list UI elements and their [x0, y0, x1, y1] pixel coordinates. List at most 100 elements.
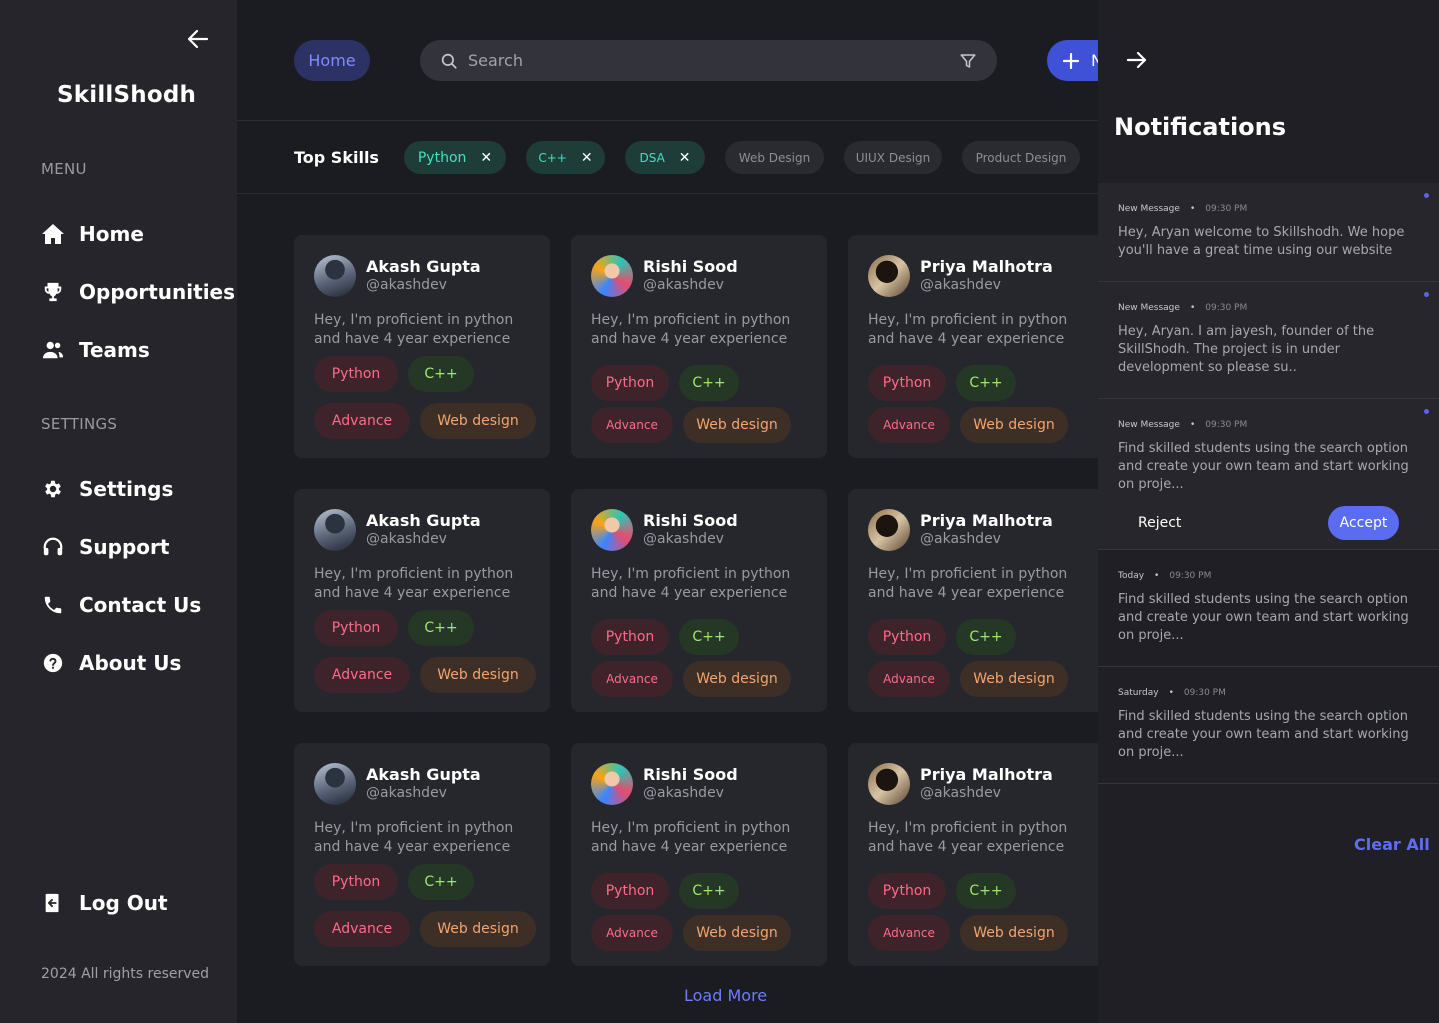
- skill-tag-python[interactable]: Python: [868, 873, 946, 909]
- profile-card[interactable]: Priya Malhotra @akashdev Hey, I'm proficie…: [848, 235, 1098, 458]
- arrow-right-icon[interactable]: [1126, 49, 1148, 71]
- arrow-left-icon[interactable]: [186, 28, 210, 50]
- skill-chip-cpp[interactable]: C++ ✕: [526, 141, 605, 174]
- skill-chip-web-design[interactable]: Web Design: [725, 141, 824, 174]
- skill-tag-python[interactable]: Python: [314, 864, 398, 900]
- skill-tag-cpp[interactable]: C++: [408, 356, 474, 392]
- skill-tag-advance[interactable]: Advance: [314, 911, 410, 947]
- skill-tag-cpp[interactable]: C++: [956, 619, 1016, 655]
- question-icon: [41, 651, 65, 675]
- skill-tag-advance[interactable]: Advance: [314, 657, 410, 693]
- close-icon[interactable]: ✕: [679, 150, 691, 166]
- skill-tag-web-design[interactable]: Web design: [960, 407, 1068, 443]
- sidebar-item-support[interactable]: Support: [41, 529, 169, 565]
- close-icon[interactable]: ✕: [480, 150, 492, 166]
- profile-handle: @akashdev: [643, 277, 724, 293]
- logout-button[interactable]: Log Out: [41, 885, 168, 921]
- sidebar-item-teams[interactable]: Teams: [41, 332, 150, 368]
- profile-handle: @akashdev: [920, 531, 1001, 547]
- skill-tag-web-design[interactable]: Web design: [420, 657, 536, 693]
- skill-tag-advance[interactable]: Advance: [314, 403, 410, 439]
- profile-card[interactable]: Rishi Sood @akashdev Hey, I'm proficient i…: [571, 235, 827, 458]
- sidebar-item-settings[interactable]: Settings: [41, 471, 173, 507]
- search-bar[interactable]: [420, 40, 997, 81]
- notification-item[interactable]: Saturday • 09:30 PM Find skilled students …: [1098, 667, 1439, 784]
- notification-time: 09:30 PM: [1205, 303, 1248, 313]
- filter-icon[interactable]: [959, 52, 977, 70]
- skill-tag-python[interactable]: Python: [591, 619, 669, 655]
- skill-chip-label: Python: [417, 149, 467, 166]
- load-more-button[interactable]: Load More: [684, 986, 767, 1005]
- profile-card[interactable]: Akash Gupta @akashdev Hey, I'm proficient …: [294, 489, 550, 712]
- notification-item[interactable]: New Message • 09:30 PM Find skilled studen…: [1098, 399, 1439, 550]
- profile-card[interactable]: Priya Malhotra @akashdev Hey, I'm proficie…: [848, 743, 1098, 966]
- skill-chip-uiux-design[interactable]: UIUX Design: [844, 141, 942, 174]
- skill-chip-dsa[interactable]: DSA ✕: [625, 141, 705, 174]
- menu-label: MENU: [41, 160, 87, 178]
- profile-handle: @akashdev: [643, 785, 724, 801]
- skill-tag-cpp[interactable]: C++: [408, 864, 474, 900]
- plus-icon: [1063, 52, 1079, 69]
- profile-card[interactable]: Priya Malhotra @akashdev Hey, I'm proficie…: [848, 489, 1098, 712]
- accept-button[interactable]: Accept: [1328, 506, 1399, 540]
- skill-tag-cpp[interactable]: C++: [679, 873, 739, 909]
- skill-tag-web-design[interactable]: Web design: [420, 911, 536, 947]
- profile-card[interactable]: Rishi Sood @akashdev Hey, I'm proficient i…: [571, 743, 827, 966]
- skill-tag-cpp[interactable]: C++: [956, 873, 1016, 909]
- skill-chip-product-design[interactable]: Product Design: [962, 141, 1080, 174]
- skill-tag-python[interactable]: Python: [314, 610, 398, 646]
- notification-body: Hey, Aryan. I am jayesh, founder of the …: [1118, 324, 1375, 375]
- notification-label: Today: [1118, 571, 1145, 581]
- profile-card[interactable]: Rishi Sood @akashdev Hey, I'm proficient i…: [571, 489, 827, 712]
- skill-tag-cpp[interactable]: C++: [408, 610, 474, 646]
- reject-button[interactable]: Reject: [1138, 515, 1181, 531]
- sidebar-item-about-us[interactable]: About Us: [41, 645, 181, 681]
- skill-tag-web-design[interactable]: Web design: [683, 661, 791, 697]
- notification-body: Find skilled students using the search o…: [1118, 441, 1409, 492]
- close-icon[interactable]: ✕: [581, 150, 593, 166]
- notification-item[interactable]: Today • 09:30 PM Find skilled students usi…: [1098, 550, 1439, 667]
- avatar: [591, 509, 633, 551]
- skill-tag-python[interactable]: Python: [868, 365, 946, 401]
- skill-tag-python[interactable]: Python: [591, 873, 669, 909]
- avatar: [314, 509, 356, 551]
- search-input[interactable]: [468, 51, 959, 70]
- skill-chip-python[interactable]: Python ✕: [404, 141, 506, 174]
- profile-name: Akash Gupta: [366, 257, 481, 276]
- unread-dot: [1424, 292, 1429, 297]
- users-icon: [41, 338, 65, 362]
- profile-card[interactable]: Akash Gupta @akashdev Hey, I'm proficient …: [294, 235, 550, 458]
- profile-card[interactable]: Akash Gupta @akashdev Hey, I'm proficient …: [294, 743, 550, 966]
- skill-tag-web-design[interactable]: Web design: [960, 661, 1068, 697]
- notification-label: New Message: [1118, 303, 1180, 313]
- unread-dot: [1424, 409, 1429, 414]
- profile-name: Priya Malhotra: [920, 511, 1053, 530]
- skill-tag-advance[interactable]: Advance: [868, 915, 950, 951]
- skill-tag-web-design[interactable]: Web design: [420, 403, 536, 439]
- profile-bio: Hey, I'm proficient in python and have 4…: [868, 820, 1068, 855]
- notification-body: Find skilled students using the search o…: [1118, 592, 1409, 643]
- skill-tag-web-design[interactable]: Web design: [960, 915, 1068, 951]
- avatar: [314, 763, 356, 805]
- notification-item[interactable]: New Message • 09:30 PM Hey, Aryan welcome …: [1098, 183, 1439, 282]
- skill-tag-python[interactable]: Python: [868, 619, 946, 655]
- skill-tag-python[interactable]: Python: [314, 356, 398, 392]
- skill-tag-python[interactable]: Python: [591, 365, 669, 401]
- skill-tag-web-design[interactable]: Web design: [683, 407, 791, 443]
- skill-tag-advance[interactable]: Advance: [591, 915, 673, 951]
- sidebar-item-contact-us[interactable]: Contact Us: [41, 587, 201, 623]
- skill-tag-cpp[interactable]: C++: [679, 619, 739, 655]
- copyright-text: 2024 All rights reserved: [41, 966, 210, 982]
- clear-all-button[interactable]: Clear All: [1354, 835, 1430, 854]
- home-tab[interactable]: Home: [294, 40, 370, 81]
- skill-tag-advance[interactable]: Advance: [868, 407, 950, 443]
- skill-tag-cpp[interactable]: C++: [956, 365, 1016, 401]
- notification-item[interactable]: New Message • 09:30 PM Hey, Aryan. I am ja…: [1098, 282, 1439, 399]
- sidebar-item-home[interactable]: Home: [41, 216, 144, 252]
- skill-tag-advance[interactable]: Advance: [868, 661, 950, 697]
- skill-tag-cpp[interactable]: C++: [679, 365, 739, 401]
- skill-tag-web-design[interactable]: Web design: [683, 915, 791, 951]
- sidebar-item-opportunities[interactable]: Opportunities: [41, 274, 235, 310]
- skill-tag-advance[interactable]: Advance: [591, 661, 673, 697]
- skill-tag-advance[interactable]: Advance: [591, 407, 673, 443]
